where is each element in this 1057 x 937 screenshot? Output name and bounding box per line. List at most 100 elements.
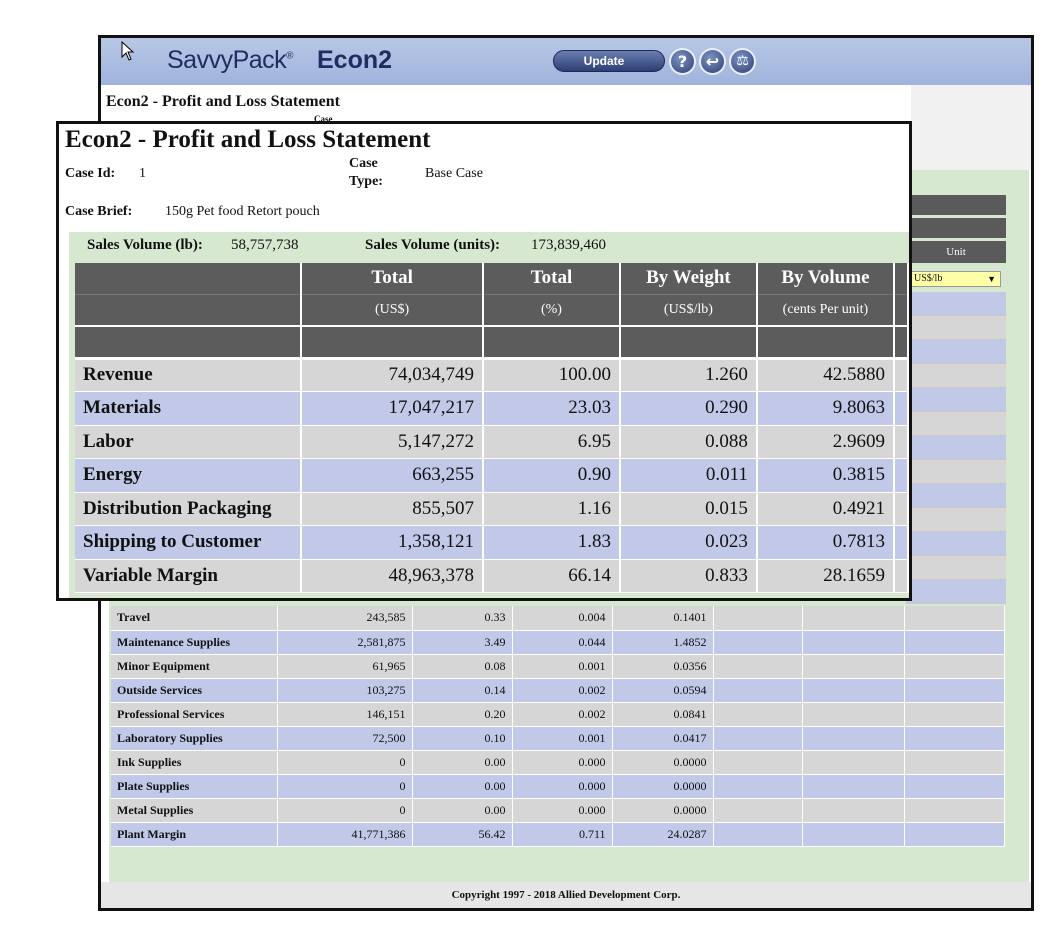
table-row: Laboratory Supplies 72,500 0.10 0.001 0.0417	[111, 726, 1005, 751]
total-usd-cell: 0	[277, 774, 413, 799]
row-label: Plate Supplies	[111, 774, 278, 799]
sales-volume-units-value: 173,839,460	[531, 237, 606, 253]
total-pct-cell: 0.00	[412, 774, 513, 799]
table-row: Distribution Packaging 855,507 1.16 0.015 0.…	[75, 492, 909, 526]
table-cell	[906, 532, 1006, 556]
row-label: Energy	[75, 458, 303, 493]
profit-loss-popup: Econ2 - Profit and Loss Statement Case I…	[56, 121, 912, 601]
column-header-by-weight: By Weight	[619, 263, 758, 295]
sales-volume-lb-label: Sales Volume (lb):	[87, 237, 203, 253]
empty-cell	[904, 678, 1005, 703]
spacer-cell	[301, 325, 484, 358]
spacer-cell	[756, 325, 895, 358]
module-name: Econ2	[317, 46, 393, 74]
table-row: Materials 17,047,217 23.03 0.290 9.8063	[75, 391, 909, 426]
empty-cell	[904, 654, 1005, 679]
table-cell	[906, 580, 1006, 604]
case-type-value: Base Case	[425, 166, 483, 181]
right-panel	[911, 85, 1031, 170]
row-label: Revenue	[75, 356, 303, 392]
total-pct-cell: 0.14	[412, 678, 513, 703]
table-row: Ink Supplies 0 0.00 0.000 0.0000	[111, 750, 1005, 775]
by-weight-cell: 0.088	[619, 425, 758, 459]
empty-cell	[802, 654, 905, 679]
total-usd-cell: 0	[277, 750, 413, 775]
total-pct-cell: 0.90	[483, 458, 621, 493]
by-volume-cell: 2.9609	[756, 425, 895, 459]
case-type-label: Case Type:	[349, 156, 383, 189]
by-weight-cell: 1.260	[619, 356, 758, 392]
balance-scale-icon[interactable]: ⚖	[729, 48, 756, 75]
total-usd-cell: 17,047,217	[301, 391, 484, 426]
back-icon[interactable]: ↩	[699, 48, 726, 75]
table-cell	[906, 508, 1006, 532]
sales-volume-lb-value: 58,757,738	[231, 237, 299, 253]
row-label: Laboratory Supplies	[111, 726, 278, 751]
total-usd-cell: 243,585	[277, 606, 413, 631]
by-weight-cell: 0.011	[619, 458, 758, 493]
table-row: Shipping to Customer 1,358,121 1.83 0.023 0.…	[75, 525, 909, 560]
extra-cell	[893, 525, 909, 560]
by-volume-cell: 1.4852	[612, 630, 714, 655]
table-cell	[906, 412, 1006, 436]
unit-select[interactable]: US$/lb ▼	[911, 271, 1001, 287]
row-label: Travel	[111, 606, 278, 631]
table-row: Plate Supplies 0 0.00 0.000 0.0000	[111, 774, 1005, 799]
table-cell	[906, 436, 1006, 460]
extra-cell	[893, 391, 909, 426]
total-usd-cell: 41,771,386	[277, 822, 413, 847]
unit-column-header: Unit	[906, 241, 1006, 263]
table-row: Plant Margin 41,771,386 56.42 0.711 24.0287	[111, 822, 1005, 847]
case-id-value: 1	[139, 166, 146, 181]
column-unit-total-pct: (%)	[483, 294, 621, 326]
extra-cell	[893, 559, 909, 593]
label-column-header	[75, 263, 303, 295]
column-header-by-volume: By Volume	[756, 263, 895, 295]
unit-column-cells	[906, 292, 1006, 604]
total-usd-cell: 48,963,378	[301, 559, 484, 593]
by-weight-cell: 0.711	[512, 822, 613, 847]
by-weight-cell: 0.000	[512, 750, 613, 775]
table-row: Minor Equipment 61,965 0.08 0.001 0.0356	[111, 654, 1005, 679]
popup-title: Econ2 - Profit and Loss Statement	[65, 126, 431, 153]
empty-cell	[904, 726, 1005, 751]
total-pct-cell: 3.49	[412, 630, 513, 655]
table-cell	[906, 484, 1006, 508]
column-unit-extra	[893, 294, 909, 326]
unit-select-value: US$/lb	[914, 273, 943, 284]
by-volume-cell: 42.5880	[756, 356, 895, 392]
total-usd-cell: 103,275	[277, 678, 413, 703]
empty-cell	[904, 750, 1005, 775]
table-cell	[906, 388, 1006, 412]
by-weight-cell: 0.023	[619, 525, 758, 560]
total-pct-cell: 1.16	[483, 492, 621, 526]
row-label: Shipping to Customer	[75, 525, 303, 560]
by-volume-cell: 0.0594	[612, 678, 714, 703]
page-title: Econ2 - Profit and Loss Statement	[106, 93, 340, 110]
help-icon[interactable]: ?	[669, 48, 696, 75]
empty-cell	[802, 606, 905, 631]
row-label: Maintenance Supplies	[111, 630, 278, 655]
table-cell	[906, 460, 1006, 484]
empty-cell	[802, 630, 905, 655]
copyright-footer: Copyright 1997 - 2018 Allied Development…	[101, 882, 1031, 908]
empty-cell	[904, 798, 1005, 823]
header-bar	[906, 218, 1006, 238]
by-volume-cell: 0.0417	[612, 726, 714, 751]
profit-loss-table: Total Total By Weight By Volume (US$) (%…	[75, 263, 909, 593]
total-usd-cell: 1,358,121	[301, 525, 484, 560]
total-usd-cell: 5,147,272	[301, 425, 484, 459]
row-label: Metal Supplies	[111, 798, 278, 823]
update-button[interactable]: Update	[553, 50, 665, 72]
by-volume-cell: 0.7813	[756, 525, 895, 560]
empty-cell	[713, 630, 803, 655]
row-label: Variable Margin	[75, 559, 303, 593]
table-row: Energy 663,255 0.90 0.011 0.3815	[75, 458, 909, 493]
total-pct-cell: 6.95	[483, 425, 621, 459]
by-weight-cell: 0.833	[619, 559, 758, 593]
column-header-total-usd: Total	[301, 263, 484, 295]
total-pct-cell: 0.20	[412, 702, 513, 727]
empty-cell	[713, 702, 803, 727]
table-row: Labor 5,147,272 6.95 0.088 2.9609	[75, 425, 909, 459]
table-row: Revenue 74,034,749 100.00 1.260 42.5880	[75, 356, 909, 392]
